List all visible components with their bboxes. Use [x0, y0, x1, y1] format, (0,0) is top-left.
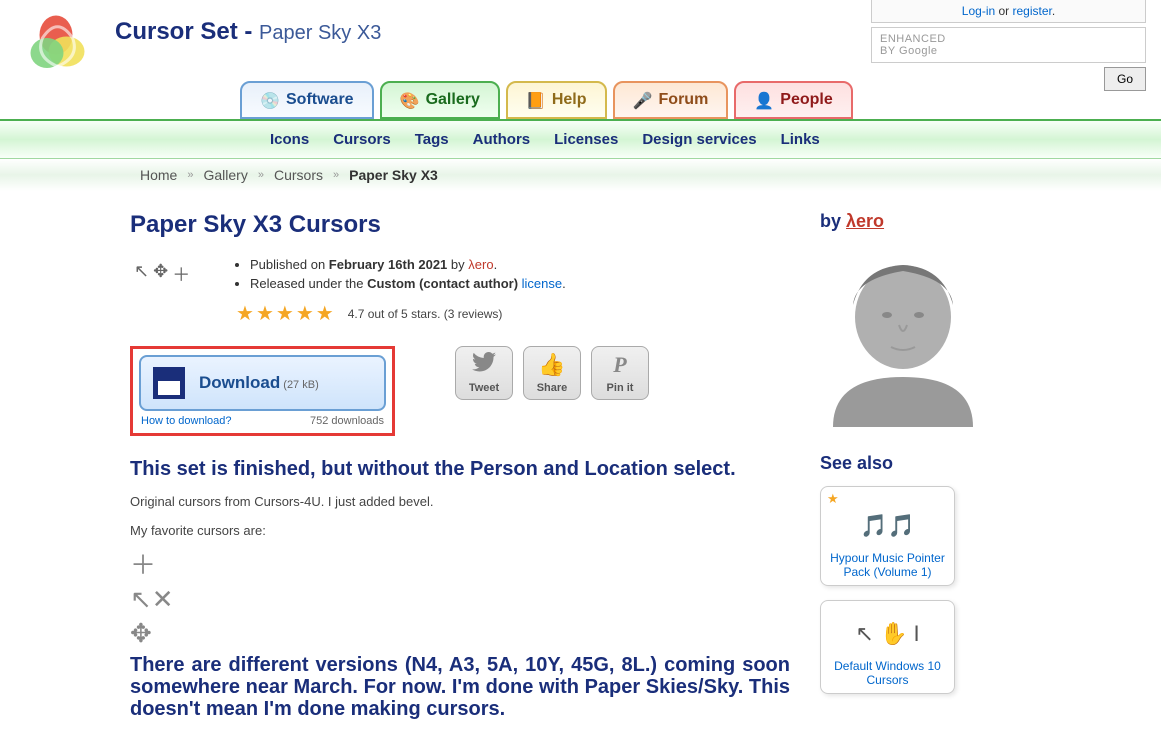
palette-icon: 🎨 [400, 91, 418, 109]
subnav-licenses[interactable]: Licenses [554, 131, 618, 148]
site-logo[interactable] [20, 8, 95, 83]
breadcrumb-current: Paper Sky X3 [349, 167, 438, 183]
cursor-preview-thumb: ↖ ✥ ＋ [130, 257, 210, 317]
disk-icon [153, 367, 185, 399]
download-box: Download (27 kB) How to download? 752 do… [130, 346, 395, 436]
body-paragraph-2: My favorite cursors are: [130, 523, 790, 538]
page-title-prefix: Cursor Set - [115, 18, 259, 45]
subnav-design-services[interactable]: Design services [642, 131, 756, 148]
arrow-cursor-icon: ↖ [134, 261, 149, 313]
author-avatar[interactable] [820, 244, 985, 429]
see-also-thumb: 🎵🎵 [827, 501, 948, 551]
download-size: (27 kB) [280, 379, 319, 391]
search-go-button[interactable]: Go [1104, 67, 1146, 91]
tweet-button[interactable]: Tweet [455, 346, 513, 400]
arrow-no-cursor-icon: ↖✕ [130, 586, 790, 612]
subnav-authors[interactable]: Authors [473, 131, 531, 148]
see-also-item[interactable]: ↖ ✋ I Default Windows 10 Cursors [820, 600, 955, 694]
chevron-icon: » [333, 169, 339, 181]
person-icon: 👤 [754, 91, 772, 109]
subnav-cursors[interactable]: Cursors [333, 131, 391, 148]
sidebar-see-also-heading: See also [820, 453, 1060, 474]
star-icon: ★ [276, 301, 294, 326]
move-cursor-icon: ✥ [153, 261, 168, 313]
sidebar-by-heading: by λero [820, 211, 1060, 232]
search-input-wrap[interactable]: ENHANCED BY Google [871, 27, 1146, 63]
see-also-thumb: ↖ ✋ I [827, 609, 948, 659]
twitter-icon [472, 352, 496, 378]
crosshair-cursor-icon: ＋ [130, 552, 790, 578]
pinterest-icon: P [613, 352, 626, 378]
search-prefix-text: ENHANCED BY Google [880, 33, 955, 57]
tab-forum[interactable]: 🎤 Forum [613, 81, 729, 119]
see-also-label: Default Windows 10 Cursors [827, 659, 948, 687]
subnav-tags[interactable]: Tags [415, 131, 449, 148]
rating-stars[interactable]: ★ ★ ★ ★ ★ [236, 301, 334, 326]
subnav-links[interactable]: Links [781, 131, 820, 148]
how-to-download-link[interactable]: How to download? [141, 415, 232, 427]
chevron-icon: » [258, 169, 264, 181]
chevron-icon: » [187, 169, 193, 181]
breadcrumb: Home » Gallery » Cursors » Paper Sky X3 [0, 167, 1161, 183]
tab-software[interactable]: 💿 Software [240, 81, 374, 119]
page-heading: Paper Sky X3 Cursors [130, 211, 790, 239]
star-icon: ★ [256, 301, 274, 326]
download-button[interactable]: Download (27 kB) [139, 355, 386, 411]
share-button[interactable]: 👍 Share [523, 346, 581, 400]
register-link[interactable]: register [1013, 4, 1052, 18]
author-link-inline[interactable]: λero [468, 257, 493, 272]
see-also-item[interactable]: ★ 🎵🎵 Hypour Music Pointer Pack (Volume 1… [820, 486, 955, 586]
author-link-sidebar[interactable]: λero [846, 211, 884, 231]
tab-gallery[interactable]: 🎨 Gallery [380, 81, 500, 119]
see-also-label: Hypour Music Pointer Pack (Volume 1) [827, 551, 948, 579]
thumbs-up-icon: 👍 [538, 352, 565, 378]
breadcrumb-home[interactable]: Home [140, 167, 177, 183]
subnav-icons[interactable]: Icons [270, 131, 309, 148]
body-heading-2: There are different versions (N4, A3, 5A… [130, 654, 790, 720]
body-paragraph-1: Original cursors from Cursors-4U. I just… [130, 494, 790, 509]
star-icon: ★ [236, 301, 254, 326]
login-link[interactable]: Log-in [962, 4, 995, 18]
meta-license: Released under the Custom (contact autho… [250, 276, 566, 291]
mic-icon: 🎤 [633, 91, 651, 109]
body-heading-1: This set is finished, but without the Pe… [130, 458, 790, 480]
disc-icon: 💿 [260, 91, 278, 109]
breadcrumb-gallery[interactable]: Gallery [203, 167, 247, 183]
auth-links: Log-in or register. [871, 0, 1146, 23]
search-input[interactable] [961, 38, 1137, 53]
star-icon: ★ [296, 301, 314, 326]
download-count: 752 downloads [310, 415, 384, 427]
help-icon: 📙 [526, 91, 544, 109]
move-cursor-icon: ✥ [130, 620, 790, 646]
page-title-name: Paper Sky X3 [259, 22, 381, 44]
tab-help[interactable]: 📙 Help [506, 81, 607, 119]
license-link[interactable]: license [518, 276, 562, 291]
breadcrumb-cursors[interactable]: Cursors [274, 167, 323, 183]
meta-published: Published on February 16th 2021 by λero. [250, 257, 566, 272]
auth-or: or [995, 4, 1012, 18]
tab-people[interactable]: 👤 People [734, 81, 852, 119]
pin-button[interactable]: P Pin it [591, 346, 649, 400]
crosshair-cursor-icon: ＋ [172, 261, 190, 313]
download-label: Download [199, 373, 280, 392]
rating-text: 4.7 out of 5 stars. (3 reviews) [348, 307, 503, 321]
star-icon: ★ [316, 301, 334, 326]
